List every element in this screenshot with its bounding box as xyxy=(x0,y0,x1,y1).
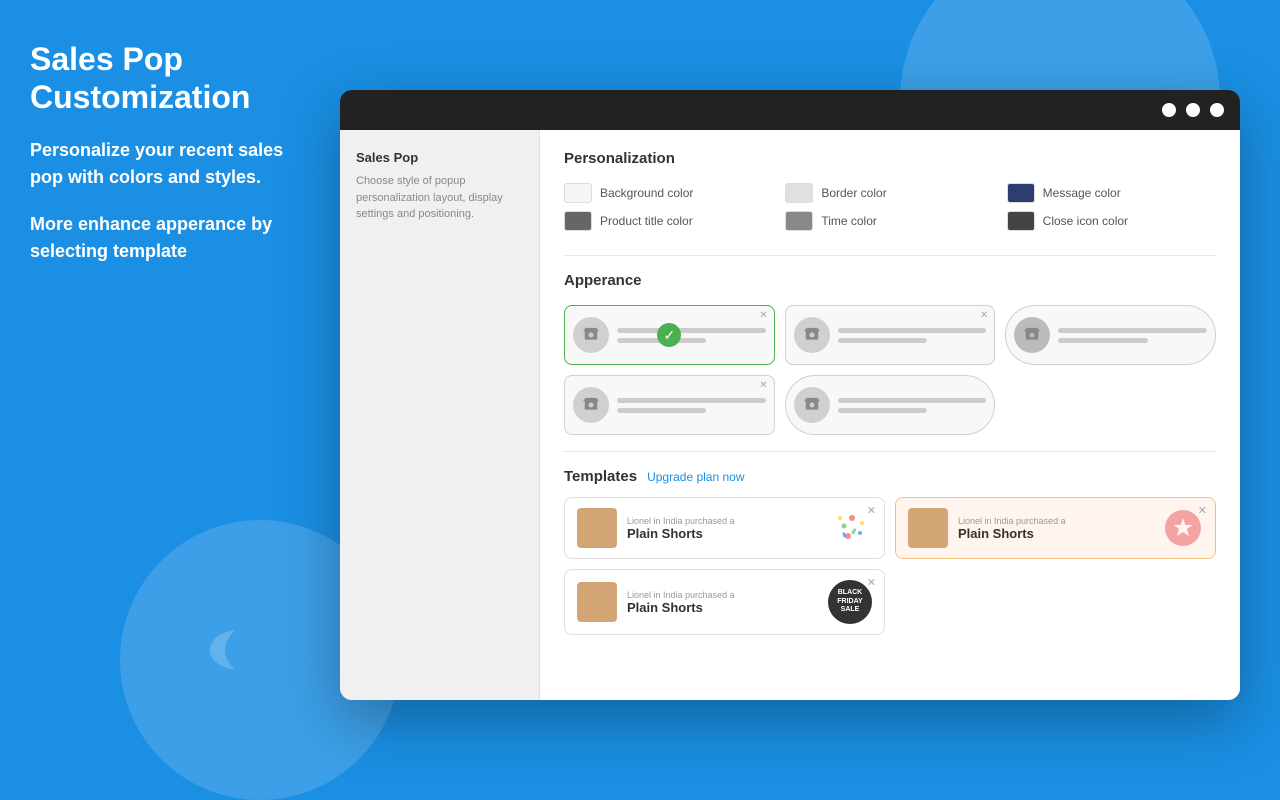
popup-product-name-3: Plain Shorts xyxy=(627,600,818,615)
color-swatch-background xyxy=(564,183,592,203)
color-swatch-message xyxy=(1007,183,1035,203)
templates-title: Templates xyxy=(564,468,637,485)
appearance-title: Apperance xyxy=(564,272,1216,289)
browser-body: Sales Pop Choose style of popup personal… xyxy=(340,130,1240,700)
appearance-grid: ✕ ✓ ✕ xyxy=(564,305,1216,435)
appearance-template-5[interactable] xyxy=(785,375,996,435)
browser-btn-3 xyxy=(1210,103,1224,117)
browser-btn-1 xyxy=(1162,103,1176,117)
templates-grid: ✕ Lionel in India purchased a Plain Shor… xyxy=(564,497,1216,635)
personalization-title: Personalization xyxy=(564,150,1216,167)
browser-titlebar xyxy=(340,90,1240,130)
template-lines-4 xyxy=(617,398,766,413)
page-description-2: More enhance apperance by selecting temp… xyxy=(30,211,310,265)
popup-purchased-2: Lionel in India purchased a xyxy=(958,516,1153,526)
template-line-2b xyxy=(838,338,927,343)
popup-badge-blackfriday-3: BLACKFRIDAYSALE xyxy=(828,580,872,624)
close-x-4: ✕ xyxy=(759,380,767,391)
divider-1 xyxy=(564,255,1216,256)
popup-preview-3[interactable]: ✕ Lionel in India purchased a Plain Shor… xyxy=(564,569,885,635)
popup-product-img-3 xyxy=(577,582,617,622)
popup-purchased-3: Lionel in India purchased a xyxy=(627,590,818,600)
color-label-product-title: Product title color xyxy=(600,214,693,228)
template-lines-3 xyxy=(1058,328,1207,343)
popup-preview-2[interactable]: ✕ Lionel in India purchased a Plain Shor… xyxy=(895,497,1216,559)
main-content: Personalization Background color Border … xyxy=(540,130,1240,700)
color-item-message[interactable]: Message color xyxy=(1007,183,1216,203)
popup-info-3: Lionel in India purchased a Plain Shorts xyxy=(627,590,818,615)
color-swatch-close xyxy=(1007,211,1035,231)
template-line-4b xyxy=(617,408,706,413)
template-line-5a xyxy=(838,398,987,403)
template-lines-5 xyxy=(838,398,987,413)
color-item-background[interactable]: Background color xyxy=(564,183,773,203)
template-line-4a xyxy=(617,398,766,403)
page-title: Sales Pop Customization xyxy=(30,40,310,117)
popup-product-img-1 xyxy=(577,508,617,548)
color-swatch-time xyxy=(785,211,813,231)
appearance-template-3[interactable] xyxy=(1005,305,1216,365)
color-swatch-product-title xyxy=(564,211,592,231)
color-item-time[interactable]: Time color xyxy=(785,211,994,231)
template-line-3a xyxy=(1058,328,1207,333)
browser-window: Sales Pop Choose style of popup personal… xyxy=(340,90,1240,700)
template-icon-5 xyxy=(794,387,830,423)
templates-header: Templates Upgrade plan now xyxy=(564,468,1216,485)
appearance-template-4[interactable]: ✕ xyxy=(564,375,775,435)
color-label-time: Time color xyxy=(821,214,877,228)
template-icon-1 xyxy=(573,317,609,353)
sidebar: Sales Pop Choose style of popup personal… xyxy=(340,130,540,700)
color-item-border[interactable]: Border color xyxy=(785,183,994,203)
personalization-grid: Background color Border color Message co… xyxy=(564,183,1216,231)
left-panel: Sales Pop Customization Personalize your… xyxy=(0,0,340,720)
page-description-1: Personalize your recent sales pop with c… xyxy=(30,137,310,191)
popup-info-2: Lionel in India purchased a Plain Shorts xyxy=(958,516,1153,541)
check-badge-1: ✓ xyxy=(657,323,681,347)
color-label-close: Close icon color xyxy=(1043,214,1128,228)
popup-close-1: ✕ xyxy=(867,504,876,517)
color-item-close[interactable]: Close icon color xyxy=(1007,211,1216,231)
popup-product-name-1: Plain Shorts xyxy=(627,526,822,541)
template-lines-1 xyxy=(617,328,766,343)
template-icon-3 xyxy=(1014,317,1050,353)
popup-product-img-2 xyxy=(908,508,948,548)
color-item-product-title[interactable]: Product title color xyxy=(564,211,773,231)
color-label-message: Message color xyxy=(1043,186,1121,200)
template-icon-2 xyxy=(794,317,830,353)
color-label-border: Border color xyxy=(821,186,886,200)
sidebar-label: Sales Pop xyxy=(356,150,523,165)
template-lines-2 xyxy=(838,328,987,343)
color-label-background: Background color xyxy=(600,186,693,200)
template-line-1a xyxy=(617,328,766,333)
appearance-template-2[interactable]: ✕ xyxy=(785,305,996,365)
upgrade-link[interactable]: Upgrade plan now xyxy=(647,470,744,484)
popup-close-2: ✕ xyxy=(1198,504,1207,517)
color-swatch-border xyxy=(785,183,813,203)
browser-btn-2 xyxy=(1186,103,1200,117)
close-x-1: ✕ xyxy=(759,310,767,321)
popup-preview-1[interactable]: ✕ Lionel in India purchased a Plain Shor… xyxy=(564,497,885,559)
popup-purchased-1: Lionel in India purchased a xyxy=(627,516,822,526)
popup-product-name-2: Plain Shorts xyxy=(958,526,1153,541)
divider-2 xyxy=(564,451,1216,452)
sidebar-sublabel: Choose style of popup personalization la… xyxy=(356,173,523,223)
popup-info-1: Lionel in India purchased a Plain Shorts xyxy=(627,516,822,541)
popup-close-3: ✕ xyxy=(867,576,876,589)
template-line-5b xyxy=(838,408,927,413)
close-x-2: ✕ xyxy=(980,310,988,321)
appearance-template-1[interactable]: ✕ ✓ xyxy=(564,305,775,365)
template-line-3b xyxy=(1058,338,1147,343)
template-line-2a xyxy=(838,328,987,333)
template-icon-4 xyxy=(573,387,609,423)
